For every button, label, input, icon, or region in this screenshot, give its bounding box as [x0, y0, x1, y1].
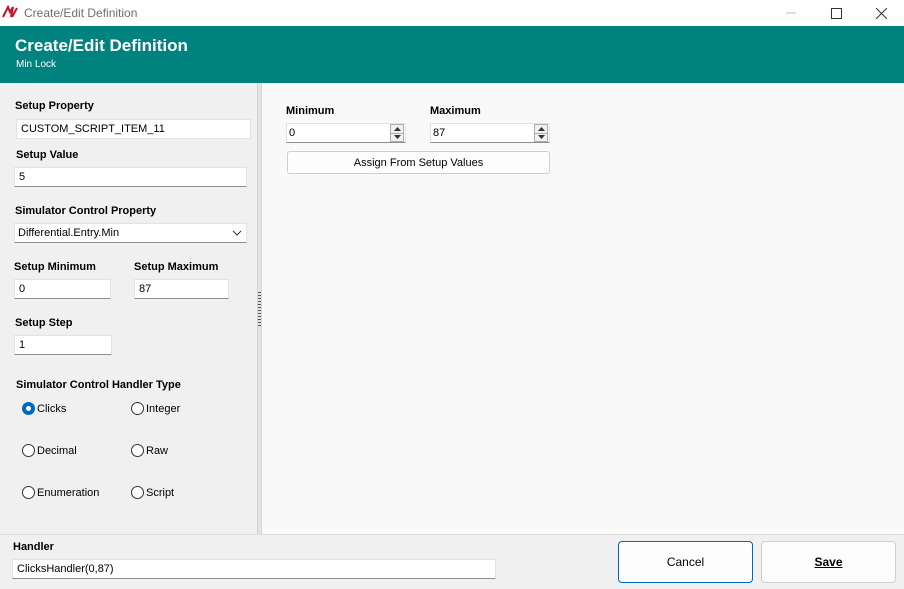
arrow-down-icon	[537, 135, 545, 140]
radio-clicks[interactable]: Clicks	[22, 402, 66, 415]
radio-unchecked-icon	[22, 444, 35, 457]
simulator-control-property-value: Differential.Entry.Min	[18, 227, 120, 239]
assign-from-setup-values-button[interactable]: Assign From Setup Values	[287, 151, 550, 174]
close-button[interactable]	[858, 0, 904, 26]
maximize-button[interactable]	[813, 0, 859, 26]
radio-integer-label: Integer	[146, 402, 181, 415]
maximum-label: Maximum	[430, 105, 481, 117]
setup-property-field[interactable]: CUSTOM_SCRIPT_ITEM_11	[16, 119, 251, 139]
radio-enumeration[interactable]: Enumeration	[22, 486, 99, 499]
minimum-decrement-button[interactable]	[390, 132, 404, 142]
minimize-icon	[786, 12, 796, 14]
maximize-icon	[830, 7, 842, 19]
chevron-down-icon	[232, 230, 242, 236]
radio-raw-label: Raw	[146, 444, 169, 457]
title-bar: Create/Edit Definition	[0, 0, 904, 26]
save-button[interactable]: Save	[761, 541, 896, 583]
close-icon	[875, 7, 887, 19]
maximum-decrement-button[interactable]	[534, 132, 548, 142]
arrow-up-icon	[393, 126, 401, 131]
radio-unchecked-icon	[131, 402, 144, 415]
radio-script[interactable]: Script	[131, 486, 174, 499]
page-subtitle: Min Lock	[16, 59, 57, 70]
minimum-increment-button[interactable]	[390, 124, 404, 133]
arrow-down-icon	[393, 135, 401, 140]
setup-step-label: Setup Step	[15, 317, 73, 329]
maximum-value: 87	[433, 127, 446, 139]
radio-script-label: Script	[146, 486, 175, 499]
radio-raw[interactable]: Raw	[131, 444, 168, 457]
arrow-up-icon	[537, 126, 545, 131]
setup-value-field[interactable]: 5	[14, 167, 247, 187]
setup-minimum-field[interactable]: 0	[14, 279, 111, 299]
setup-minimum-label: Setup Minimum	[14, 261, 96, 273]
radio-decimal[interactable]: Decimal	[22, 444, 77, 457]
setup-value-label: Setup Value	[16, 149, 79, 161]
window-title: Create/Edit Definition	[24, 6, 138, 20]
app-logo-icon	[2, 5, 18, 18]
minimize-button[interactable]	[768, 0, 814, 26]
setup-step-field[interactable]: 1	[14, 335, 112, 355]
page-title: Create/Edit Definition	[15, 36, 188, 55]
setup-property-label: Setup Property	[15, 100, 94, 112]
maximum-increment-button[interactable]	[534, 124, 548, 133]
radio-unchecked-icon	[22, 486, 35, 499]
setup-maximum-field[interactable]: 87	[134, 279, 229, 299]
handler-label: Handler	[13, 541, 54, 553]
radio-checked-icon	[22, 402, 35, 415]
cancel-button[interactable]: Cancel	[618, 541, 753, 583]
radio-clicks-label: Clicks	[37, 402, 67, 415]
simulator-control-property-label: Simulator Control Property	[15, 205, 157, 217]
handler-field[interactable]: ClicksHandler(0,87)	[12, 559, 496, 579]
radio-unchecked-icon	[131, 444, 144, 457]
header-banner: Create/Edit Definition Min Lock	[0, 26, 904, 83]
radio-decimal-label: Decimal	[37, 444, 77, 457]
radio-enumeration-label: Enumeration	[37, 486, 100, 499]
simulator-control-property-select[interactable]: Differential.Entry.Min	[14, 223, 247, 243]
minimum-spinner[interactable]: 0	[286, 123, 406, 143]
handler-type-label: Simulator Control Handler Type	[16, 379, 181, 391]
radio-unchecked-icon	[131, 486, 144, 499]
maximum-spinner[interactable]: 87	[430, 123, 550, 143]
setup-maximum-label: Setup Maximum	[134, 261, 219, 273]
radio-integer[interactable]: Integer	[131, 402, 180, 415]
minimum-label: Minimum	[286, 105, 335, 117]
minimum-value: 0	[289, 127, 296, 139]
